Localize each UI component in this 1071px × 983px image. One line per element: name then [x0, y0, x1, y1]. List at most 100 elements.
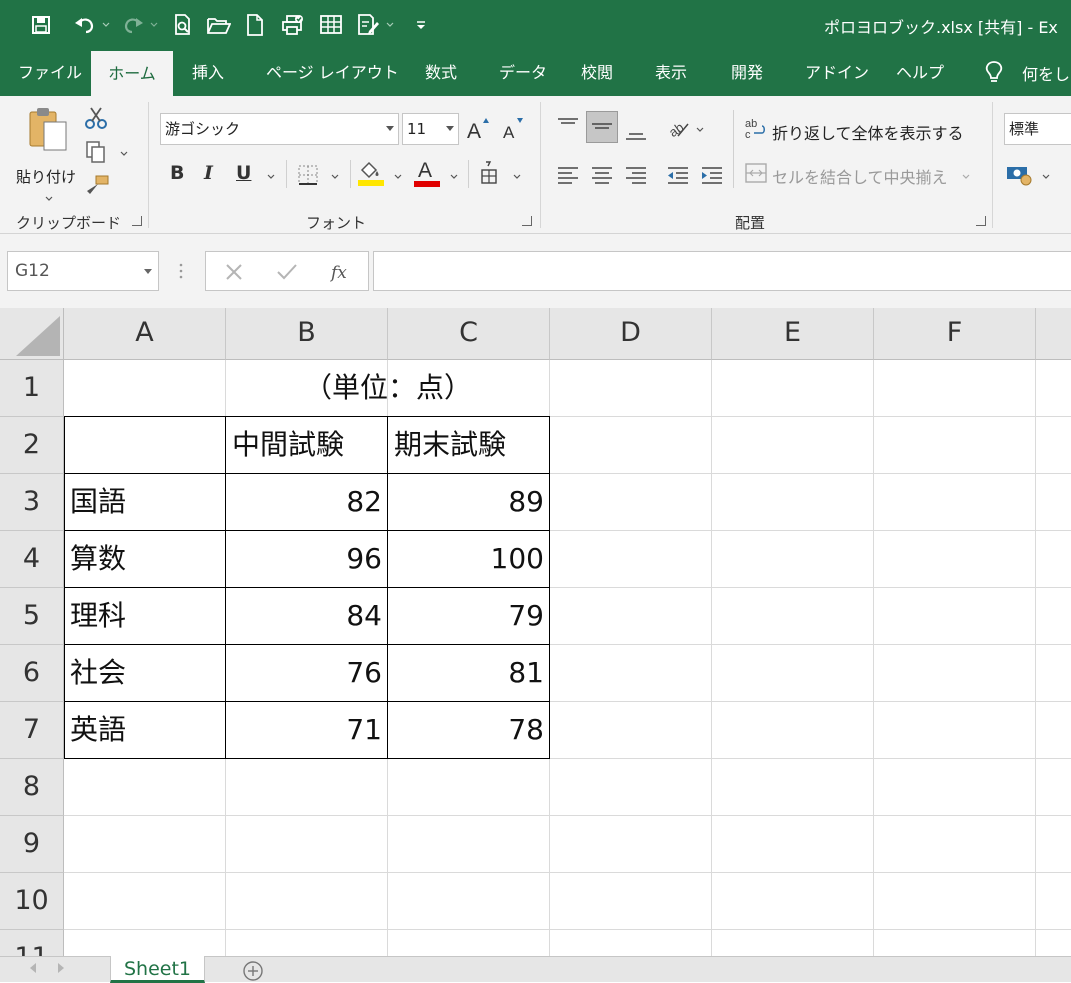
unit-note-cell[interactable]: （単位：点） [226, 360, 550, 417]
font-name-select[interactable]: 游ゴシック [160, 113, 399, 145]
row-header-8[interactable]: 8 [0, 759, 64, 816]
row-header-5[interactable]: 5 [0, 588, 64, 645]
final-score-cell[interactable]: 100 [394, 531, 544, 588]
subject-cell[interactable]: 算数 [70, 531, 220, 588]
midterm-score-cell[interactable]: 82 [232, 474, 382, 531]
form-edit-icon[interactable] [354, 10, 384, 40]
clipboard-launcher-icon[interactable] [132, 216, 142, 226]
header-cell[interactable]: 期末試験 [394, 417, 544, 474]
save-icon[interactable] [26, 10, 56, 40]
underline-dropdown-icon[interactable] [267, 174, 275, 180]
row-header-2[interactable]: 2 [0, 417, 64, 474]
wrap-text-label[interactable]: 折り返して全体を表示する [772, 120, 964, 144]
row-header-4[interactable]: 4 [0, 531, 64, 588]
decrease-font-size-icon[interactable]: A [500, 116, 526, 142]
underline-button[interactable]: U [236, 162, 251, 184]
insert-function-icon[interactable]: fx [330, 261, 354, 283]
tab-add-ins[interactable]: アドイン [805, 50, 869, 96]
row-header-7[interactable]: 7 [0, 702, 64, 759]
font-color-button[interactable]: A [414, 158, 440, 188]
copy-icon[interactable] [84, 140, 108, 164]
row-header-11[interactable]: 11 [0, 930, 64, 956]
phonetic-dropdown-icon[interactable] [513, 174, 521, 180]
row-header-1[interactable]: 1 [0, 360, 64, 417]
row-header-9[interactable]: 9 [0, 816, 64, 873]
print-preview-icon[interactable] [168, 10, 198, 40]
font-color-dropdown-icon[interactable] [450, 174, 458, 180]
increase-indent-icon[interactable] [700, 164, 724, 188]
spreadsheet-grid[interactable]: ABCDEF1234567891011（単位：点）中間試験期末試験国語8289算… [0, 308, 1071, 956]
tab-file[interactable]: ファイル [18, 50, 82, 96]
select-all-button[interactable] [0, 308, 64, 360]
font-size-select[interactable]: 11 [402, 113, 459, 145]
align-center-icon[interactable] [590, 164, 614, 188]
add-sheet-icon[interactable] [242, 960, 264, 982]
subject-cell[interactable]: 社会 [70, 645, 220, 702]
column-header-e[interactable]: E [712, 308, 874, 360]
align-bottom-icon[interactable] [624, 120, 648, 144]
fill-color-dropdown-icon[interactable] [394, 174, 402, 180]
name-box[interactable]: G12 [7, 251, 159, 291]
italic-button[interactable]: I [204, 162, 213, 184]
open-folder-icon[interactable] [204, 10, 234, 40]
row-header-3[interactable]: 3 [0, 474, 64, 531]
row-header-10[interactable]: 10 [0, 873, 64, 930]
increase-font-size-icon[interactable]: A [465, 116, 491, 142]
customize-qat-icon[interactable] [406, 10, 436, 40]
final-score-cell[interactable]: 78 [394, 702, 544, 759]
row-header-6[interactable]: 6 [0, 645, 64, 702]
cut-icon[interactable] [84, 106, 108, 130]
tab-insert[interactable]: 挿入 [192, 50, 224, 96]
tab-home[interactable]: ホーム [91, 51, 173, 96]
column-header-b[interactable]: B [226, 308, 388, 360]
column-header-c[interactable]: C [388, 308, 550, 360]
bold-button[interactable]: B [170, 162, 184, 184]
format-painter-icon[interactable] [84, 174, 110, 198]
tab-developer[interactable]: 開発 [731, 50, 763, 96]
table-grid-icon[interactable] [316, 10, 346, 40]
subject-cell[interactable]: 英語 [70, 702, 220, 759]
column-header-f[interactable]: F [874, 308, 1036, 360]
tab-review[interactable]: 校閲 [581, 50, 613, 96]
final-score-cell[interactable]: 79 [394, 588, 544, 645]
undo-icon[interactable] [70, 10, 100, 40]
font-launcher-icon[interactable] [522, 216, 532, 226]
align-right-icon[interactable] [624, 164, 648, 188]
vertical-ellipsis-icon[interactable] [178, 263, 184, 279]
tab-view[interactable]: 表示 [655, 50, 687, 96]
scroll-right-icon[interactable] [58, 963, 64, 973]
tab-page-layout[interactable]: ページ レイアウト [266, 50, 399, 96]
final-score-cell[interactable]: 81 [394, 645, 544, 702]
copy-dropdown-icon[interactable] [120, 151, 128, 157]
decrease-indent-icon[interactable] [666, 164, 690, 188]
tab-data[interactable]: データ [499, 50, 547, 96]
subject-cell[interactable]: 理科 [70, 588, 220, 645]
align-left-icon[interactable] [556, 164, 580, 188]
form-dropdown-icon[interactable] [384, 10, 396, 40]
scroll-left-icon[interactable] [30, 963, 36, 973]
paste-button[interactable]: 貼り付け [16, 106, 76, 202]
align-top-icon[interactable] [556, 114, 580, 138]
tab-help[interactable]: ヘルプ [896, 50, 944, 96]
final-score-cell[interactable]: 89 [394, 474, 544, 531]
tell-me-box[interactable]: 何をしま [984, 50, 1071, 96]
column-header-d[interactable]: D [550, 308, 712, 360]
subject-cell[interactable]: 国語 [70, 474, 220, 531]
midterm-score-cell[interactable]: 96 [232, 531, 382, 588]
phonetic-guide-icon[interactable] [478, 160, 500, 186]
formula-input[interactable] [373, 251, 1071, 291]
borders-dropdown-icon[interactable] [331, 174, 339, 180]
currency-format-icon[interactable] [1006, 164, 1032, 186]
currency-dropdown-icon[interactable] [1042, 174, 1050, 180]
header-cell[interactable]: 中間試験 [232, 417, 382, 474]
orientation-dropdown-icon[interactable] [696, 127, 704, 133]
midterm-score-cell[interactable]: 76 [232, 645, 382, 702]
sheet-tab-sheet1[interactable]: Sheet1 [110, 956, 205, 983]
column-header-next[interactable] [1036, 308, 1071, 360]
midterm-score-cell[interactable]: 71 [232, 702, 382, 759]
number-format-select[interactable]: 標準 [1004, 113, 1071, 145]
fill-color-button[interactable] [358, 160, 384, 188]
midterm-score-cell[interactable]: 84 [232, 588, 382, 645]
undo-dropdown-icon[interactable] [100, 10, 112, 40]
orientation-icon[interactable]: ab [666, 116, 692, 140]
